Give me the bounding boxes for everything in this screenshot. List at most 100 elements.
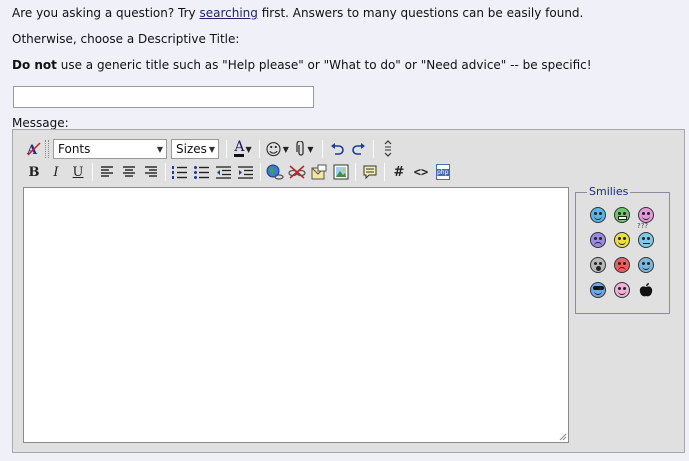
align-left-icon bbox=[101, 166, 113, 177]
outdent-icon bbox=[216, 165, 231, 179]
generic-title-warning: Do not use a generic title such as "Help… bbox=[12, 58, 592, 72]
undo-icon bbox=[331, 143, 344, 155]
fonts-select-label: Fonts bbox=[58, 142, 91, 156]
remove-format-button[interactable]: A bbox=[23, 138, 45, 160]
redo-icon bbox=[352, 143, 365, 155]
happy-smile-icon[interactable] bbox=[614, 232, 630, 248]
search-hint-text-end: first. Answers to many questions can be … bbox=[257, 6, 584, 20]
bold-button[interactable]: B bbox=[23, 161, 45, 183]
email-icon bbox=[311, 164, 327, 180]
mad-smile-icon[interactable] bbox=[614, 257, 630, 273]
insert-link-button[interactable] bbox=[264, 161, 286, 183]
warning-text: use a generic title such as "Help please… bbox=[56, 58, 592, 72]
smiley-mouth bbox=[618, 267, 626, 271]
underline-button[interactable]: U bbox=[67, 161, 89, 183]
sunglasses-shape bbox=[593, 286, 604, 290]
confused-smile-icon[interactable] bbox=[638, 232, 654, 248]
align-center-button[interactable] bbox=[118, 161, 140, 183]
chevron-down-icon: ▼ bbox=[282, 144, 289, 154]
remove-link-button[interactable] bbox=[286, 161, 308, 183]
sizes-select[interactable]: Sizes ▼ bbox=[171, 139, 219, 159]
paperclip-icon bbox=[296, 141, 305, 156]
align-left-button[interactable] bbox=[96, 161, 118, 183]
title-input[interactable] bbox=[13, 86, 314, 108]
smilies-panel: Smilies ??? bbox=[575, 185, 670, 314]
hash-button[interactable]: # bbox=[388, 161, 410, 183]
unlink-icon bbox=[288, 165, 306, 179]
toolbar-separator bbox=[259, 140, 260, 158]
php-button[interactable]: php bbox=[432, 161, 454, 183]
shocked-smile-icon[interactable] bbox=[590, 257, 606, 273]
redo-button[interactable] bbox=[348, 138, 370, 160]
smiley-icon: ☺ bbox=[265, 139, 282, 159]
ordered-list-button[interactable] bbox=[169, 161, 191, 183]
align-center-icon bbox=[123, 166, 135, 177]
descriptive-title-prompt: Otherwise, choose a Descriptive Title: bbox=[12, 32, 240, 46]
attachment-button[interactable]: ▼ bbox=[291, 138, 319, 160]
smiley-mouth bbox=[596, 266, 601, 271]
php-file-label: php bbox=[436, 169, 450, 176]
insert-image-button[interactable] bbox=[330, 161, 352, 183]
toolbar-row-1: A Fonts▼ Sizes▼ A▼ ☺▼ ▼ bbox=[23, 138, 399, 160]
message-editor: A Fonts▼ Sizes▼ A▼ ☺▼ ▼ B I U bbox=[12, 129, 685, 453]
grin-smile-icon[interactable] bbox=[614, 207, 630, 223]
rolleyes-smile-icon[interactable] bbox=[638, 257, 654, 273]
undo-button[interactable] bbox=[326, 138, 348, 160]
search-hint: Are you asking a question? Try searching… bbox=[12, 6, 583, 20]
insert-smilie-button[interactable]: ☺ ▼ bbox=[263, 138, 291, 160]
smiley-mouth bbox=[618, 241, 626, 245]
align-right-icon bbox=[145, 166, 157, 177]
resize-vertical-icon bbox=[384, 140, 392, 157]
toolbar-separator bbox=[92, 163, 93, 181]
indent-button[interactable] bbox=[235, 161, 257, 183]
unordered-list-button[interactable] bbox=[191, 161, 213, 183]
fonts-select[interactable]: Fonts ▼ bbox=[53, 139, 167, 159]
remove-format-icon: A bbox=[26, 142, 41, 157]
sunglasses-smile-icon[interactable] bbox=[590, 282, 606, 298]
insert-email-button[interactable] bbox=[308, 161, 330, 183]
toolbar-separator bbox=[355, 163, 356, 181]
smiley-mouth bbox=[643, 243, 650, 244]
wink-smile-icon[interactable] bbox=[614, 282, 630, 298]
smiley-mouth bbox=[642, 216, 650, 220]
smiley-mouth bbox=[594, 291, 602, 295]
smiley-mouth bbox=[594, 216, 602, 220]
search-hint-text: Are you asking a question? Try bbox=[12, 6, 200, 20]
toolbar-drag-handle[interactable] bbox=[45, 140, 49, 158]
toolbar-row-2: B I U # <> php bbox=[23, 161, 454, 183]
quote-button[interactable] bbox=[359, 161, 381, 183]
code-button[interactable]: <> bbox=[410, 161, 432, 183]
italic-button[interactable]: I bbox=[45, 161, 67, 183]
toolbar-separator bbox=[226, 140, 227, 158]
sad-smile-icon[interactable] bbox=[590, 232, 606, 248]
searching-link[interactable]: searching bbox=[199, 6, 257, 20]
toolbar-separator bbox=[384, 163, 385, 181]
image-icon bbox=[333, 164, 349, 180]
quote-icon bbox=[363, 165, 377, 180]
chevron-down-icon: ▼ bbox=[208, 144, 216, 154]
tongue-smile-icon[interactable] bbox=[638, 207, 654, 223]
message-textarea[interactable] bbox=[23, 187, 569, 443]
outdent-button[interactable] bbox=[213, 161, 235, 183]
warning-emphasis: Do not bbox=[12, 58, 57, 72]
globe-link-icon bbox=[266, 164, 284, 180]
unordered-list-icon bbox=[194, 165, 209, 179]
chevron-down-icon: ▼ bbox=[307, 144, 314, 154]
toolbar-separator bbox=[373, 140, 374, 158]
smiley-mouth bbox=[642, 266, 650, 270]
smiley-mouth bbox=[594, 242, 602, 246]
resize-editor-button[interactable] bbox=[377, 138, 399, 160]
indent-icon bbox=[238, 165, 253, 179]
smiley-mouth bbox=[618, 216, 627, 220]
toolbar-separator bbox=[322, 140, 323, 158]
font-color-button[interactable]: A ▼ bbox=[230, 138, 256, 160]
align-right-button[interactable] bbox=[140, 161, 162, 183]
message-label: Message: bbox=[12, 116, 69, 130]
ordered-list-icon bbox=[172, 165, 187, 179]
smiley-mouth bbox=[618, 291, 626, 295]
cool-smile-icon[interactable] bbox=[590, 207, 606, 223]
php-file-icon: php bbox=[436, 164, 450, 180]
apple-icon[interactable] bbox=[638, 282, 654, 298]
resize-grip-icon[interactable] bbox=[559, 433, 567, 441]
toolbar-separator bbox=[165, 163, 166, 181]
